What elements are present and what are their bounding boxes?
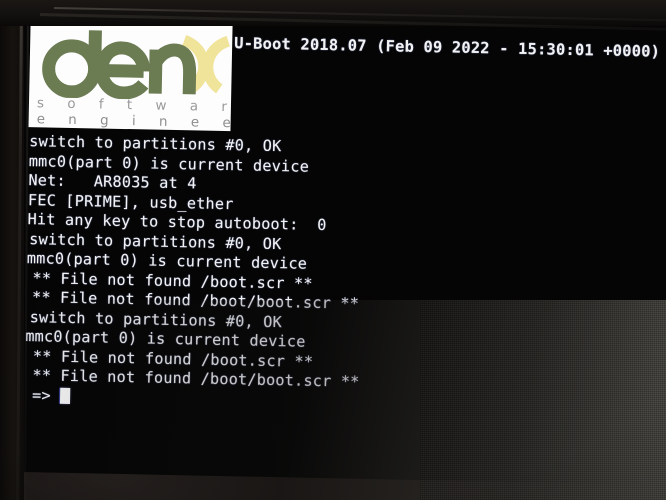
monitor-photo: s o f t w a r e e n g i n e e r i n g U-… (0, 0, 666, 500)
screen-area: s o f t w a r e e n g i n e e r i n g U-… (16, 2, 666, 485)
uboot-version-header: U-Boot 2018.07 (Feb 09 2022 - 15:30:01 +… (234, 34, 661, 61)
uboot-console: U-Boot 2018.07 (Feb 09 2022 - 15:30:01 +… (17, 2, 666, 485)
console-prompt-row[interactable]: => (31, 385, 71, 406)
text-cursor (59, 387, 71, 404)
console-prompt-symbol: => (31, 385, 61, 405)
